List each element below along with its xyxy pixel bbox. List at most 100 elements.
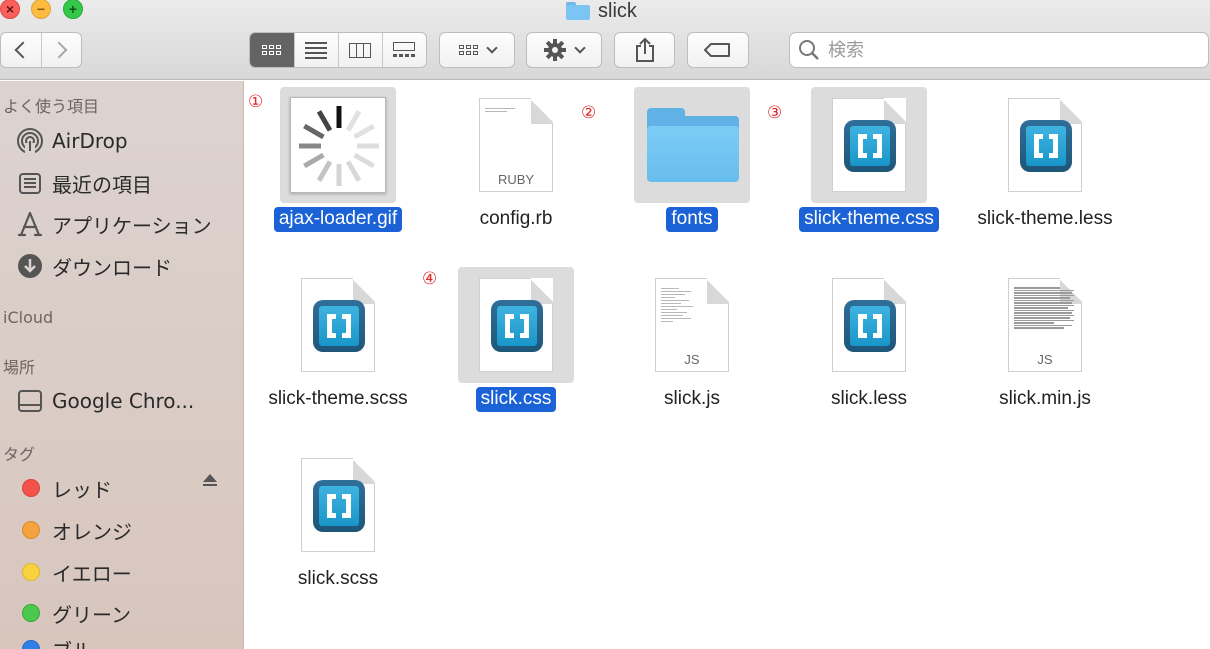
gear-icon bbox=[544, 39, 566, 61]
downloads-icon bbox=[16, 252, 44, 280]
sidebar: よく使う項目 AirDrop 最近の項目 アプリケーション ダウンロード iCl… bbox=[0, 81, 244, 649]
sidebar-item-label: Google Chro... bbox=[52, 389, 195, 413]
navigation-buttons bbox=[0, 32, 82, 68]
tag-icon bbox=[704, 43, 730, 57]
applications-icon bbox=[16, 210, 44, 238]
sidebar-section-tags: タグ bbox=[3, 445, 36, 464]
file-item-slick-min-js[interactable]: JS slick.min.js bbox=[955, 261, 1135, 431]
brackets-file-icon bbox=[479, 278, 553, 372]
sidebar-item-label: イエロー bbox=[52, 561, 132, 586]
chevron-down-icon bbox=[574, 42, 586, 54]
brackets-file-icon bbox=[832, 278, 906, 372]
file-item-slick-js[interactable]: JS slick.js bbox=[602, 261, 782, 431]
file-item-ajax-loader-gif[interactable]: ajax-loader.gif bbox=[248, 81, 428, 251]
file-item-slick-theme-less[interactable]: slick-theme.less bbox=[955, 81, 1135, 251]
gallery-view-icon bbox=[393, 42, 416, 58]
share-button[interactable] bbox=[614, 32, 675, 68]
group-by-button[interactable] bbox=[439, 32, 515, 68]
sidebar-item-label: グリーン bbox=[52, 602, 131, 627]
file-name-label: slick.scss bbox=[297, 568, 379, 589]
close-window-button[interactable]: × bbox=[0, 0, 20, 19]
eject-icon[interactable] bbox=[203, 474, 217, 486]
arrange-icon bbox=[458, 45, 478, 55]
file-item-slick-less[interactable]: slick.less bbox=[779, 261, 959, 431]
file-thumbnail bbox=[987, 87, 1103, 203]
sidebar-tag-orange[interactable]: オレンジ bbox=[16, 514, 132, 546]
column-view-icon bbox=[349, 42, 372, 58]
file-thumbnail: JS bbox=[987, 267, 1103, 383]
chevron-left-icon bbox=[14, 41, 32, 59]
toolbar: × − + slick bbox=[0, 0, 1210, 80]
sidebar-item-label: ダウンロード bbox=[52, 255, 172, 280]
window-title: slick bbox=[566, 0, 637, 22]
search-icon bbox=[799, 40, 819, 60]
folder-icon bbox=[566, 2, 590, 20]
zoom-window-button[interactable]: + bbox=[63, 0, 83, 19]
file-name-label: slick.less bbox=[830, 388, 907, 409]
tag-color-dot bbox=[22, 479, 40, 497]
sidebar-tag-yellow[interactable]: イエロー bbox=[16, 556, 132, 588]
list-view-button[interactable] bbox=[293, 33, 338, 67]
file-thumbnail bbox=[458, 267, 574, 383]
file-item-slick-theme-css[interactable]: slick-theme.css bbox=[779, 81, 959, 251]
file-thumbnail bbox=[634, 87, 750, 203]
ruby-file-icon: RUBY bbox=[479, 98, 553, 192]
view-mode-segmented-control bbox=[249, 32, 427, 68]
edit-tags-button[interactable] bbox=[687, 32, 749, 68]
file-browser: ① ajax-loader.gif ② RUBY config.rb ③ fon… bbox=[245, 81, 1210, 649]
sidebar-item-google-chrome-disk[interactable]: Google Chro... bbox=[16, 385, 194, 417]
file-name-label: config.rb bbox=[479, 208, 553, 229]
sidebar-item-label: ブルー bbox=[52, 635, 112, 649]
sidebar-tag-blue[interactable]: ブルー bbox=[16, 633, 112, 649]
back-button[interactable] bbox=[1, 33, 41, 67]
file-item-config-rb[interactable]: RUBY config.rb bbox=[426, 81, 606, 251]
file-thumbnail bbox=[280, 447, 396, 563]
list-view-icon bbox=[305, 39, 328, 62]
gallery-view-button[interactable] bbox=[381, 33, 426, 67]
sidebar-item-airdrop[interactable]: AirDrop bbox=[16, 125, 128, 157]
brackets-file-icon bbox=[832, 98, 906, 192]
brackets-file-icon bbox=[301, 458, 375, 552]
search-field[interactable] bbox=[789, 32, 1209, 68]
file-item-slick-theme-scss[interactable]: slick-theme.scss bbox=[248, 261, 428, 431]
icon-view-button[interactable] bbox=[250, 33, 294, 67]
file-name-label: slick.min.js bbox=[999, 388, 1091, 409]
file-item-fonts-folder[interactable]: fonts bbox=[602, 81, 782, 251]
tag-color-dot bbox=[22, 604, 40, 622]
file-extension-label: RUBY bbox=[497, 172, 535, 187]
chevron-down-icon bbox=[485, 42, 498, 54]
file-name-label: slick-theme.scss bbox=[268, 388, 408, 409]
file-name-label: fonts bbox=[666, 207, 718, 232]
sidebar-item-applications[interactable]: アプリケーション bbox=[16, 208, 212, 240]
sidebar-item-downloads[interactable]: ダウンロード bbox=[16, 250, 172, 282]
tag-color-dot bbox=[22, 563, 40, 581]
file-item-slick-css[interactable]: slick.css bbox=[426, 261, 606, 431]
tag-color-dot bbox=[22, 521, 40, 539]
tag-color-dot bbox=[22, 640, 40, 649]
file-extension-label: JS bbox=[1037, 352, 1053, 367]
column-view-button[interactable] bbox=[337, 33, 382, 67]
action-menu-button[interactable] bbox=[526, 32, 602, 68]
sidebar-item-label: アプリケーション bbox=[52, 213, 212, 238]
file-name-label: slick-theme.css bbox=[799, 207, 939, 232]
file-extension-label: JS bbox=[684, 352, 700, 367]
disk-icon bbox=[16, 387, 44, 415]
sidebar-tag-green[interactable]: グリーン bbox=[16, 597, 131, 629]
forward-button[interactable] bbox=[40, 33, 81, 67]
file-name-label: slick-theme.less bbox=[977, 208, 1113, 229]
js-file-icon: JS bbox=[655, 278, 729, 372]
file-thumbnail: JS bbox=[634, 267, 750, 383]
file-name-label: ajax-loader.gif bbox=[273, 207, 403, 232]
icon-view-icon bbox=[262, 45, 282, 55]
sidebar-item-label: 最近の項目 bbox=[52, 172, 152, 197]
gif-preview-icon bbox=[290, 97, 386, 193]
file-item-slick-scss[interactable]: slick.scss bbox=[248, 441, 428, 611]
minimize-window-button[interactable]: − bbox=[31, 0, 51, 19]
sidebar-section-icloud: iCloud bbox=[3, 308, 54, 327]
sidebar-item-recents[interactable]: 最近の項目 bbox=[16, 167, 152, 199]
search-input[interactable] bbox=[828, 39, 1188, 61]
sidebar-item-label: AirDrop bbox=[52, 129, 128, 153]
brackets-file-icon bbox=[301, 278, 375, 372]
sidebar-tag-red[interactable]: レッド bbox=[16, 472, 112, 504]
recents-icon bbox=[16, 169, 44, 197]
